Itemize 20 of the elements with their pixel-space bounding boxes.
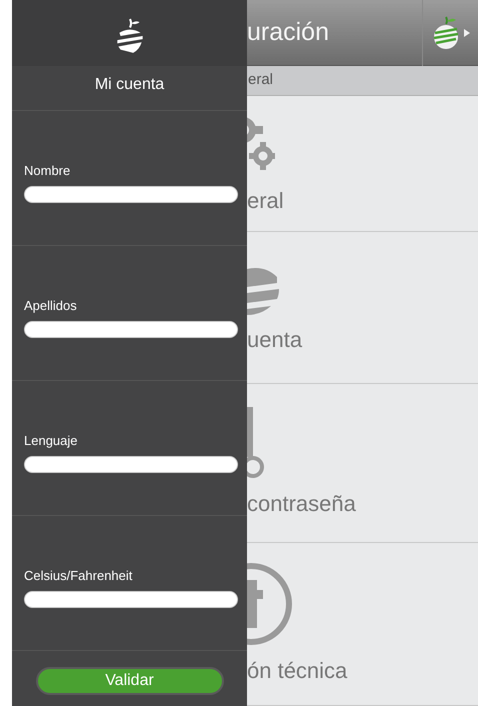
field-label: Celsius/Fahrenheit: [24, 566, 134, 585]
input-field[interactable]: [24, 321, 238, 338]
input-field[interactable]: [24, 456, 238, 474]
field-label: Nombre: [24, 162, 72, 180]
field-label: Lenguaje: [24, 432, 78, 450]
breadcrumb-label: eral: [247, 70, 274, 90]
input-field[interactable]: [24, 591, 238, 608]
validate-button[interactable]: Validar: [36, 666, 224, 694]
menu-item-label[interactable]: contraseña: [247, 486, 356, 520]
apple-logo-icon[interactable]: [431, 14, 461, 50]
input-field[interactable]: [24, 186, 238, 204]
info-icon: [247, 562, 293, 646]
triangle-right-icon[interactable]: [464, 28, 470, 36]
menu-item-label[interactable]: ón técnica: [247, 654, 348, 686]
field-label: Apellidos: [24, 296, 78, 315]
screen-title: uración: [247, 16, 329, 48]
key-icon: [247, 406, 267, 478]
menu-item-label[interactable]: eral: [247, 184, 284, 217]
menu-item-label[interactable]: uenta: [247, 323, 302, 356]
panel-title: Mi cuenta: [94, 75, 164, 95]
